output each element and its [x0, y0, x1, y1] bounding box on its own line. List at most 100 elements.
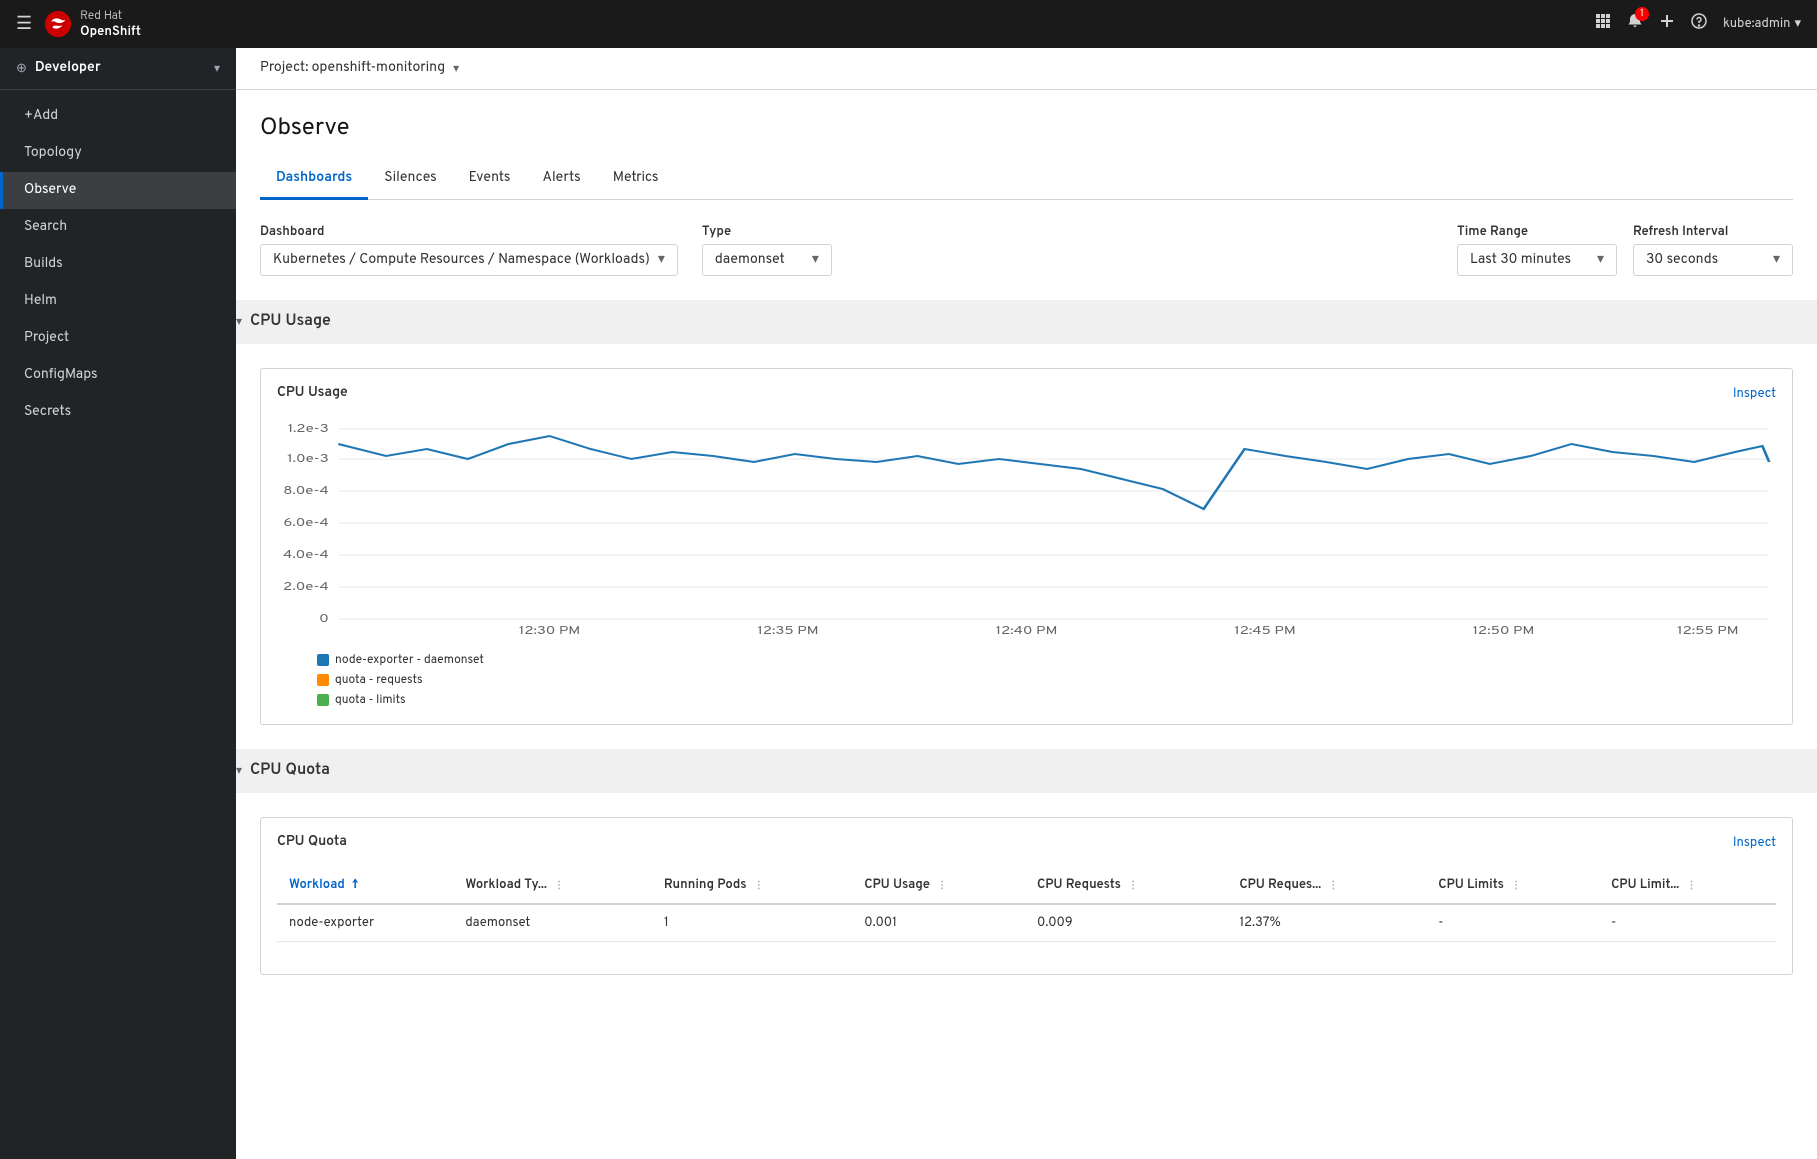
cpu-quota-chart-title: CPU Quota: [277, 834, 347, 851]
brand-text: Red Hat OpenShift: [80, 8, 141, 40]
sidebar-nav: +Add Topology Observe Search Builds Helm…: [0, 90, 236, 439]
type-label: Type: [702, 224, 832, 240]
notifications-icon[interactable]: 1: [1627, 13, 1643, 36]
cpu-quota-title: CPU Quota: [250, 761, 330, 781]
sidebar-item-project[interactable]: Project: [0, 320, 236, 357]
sidebar-item-observe[interactable]: Observe: [0, 172, 236, 209]
user-menu[interactable]: kube:admin ▾: [1723, 16, 1801, 32]
col-cpu-limits[interactable]: CPU Limits ⋮: [1426, 867, 1599, 904]
time-range-control: Time Range Last 30 minutes ▾: [1457, 224, 1617, 276]
sort-arrows-icon-7: ⋮: [1686, 879, 1696, 892]
cpu-quota-collapse-icon: ▾: [236, 763, 242, 779]
dashboard-select[interactable]: Kubernetes / Compute Resources / Namespa…: [260, 244, 678, 276]
sidebar-item-configmaps[interactable]: ConfigMaps: [0, 357, 236, 394]
cpu-quota-section-header[interactable]: ▾ CPU Quota: [236, 749, 1817, 793]
cpu-quota-table: Workload ↑ Workload Ty... ⋮: [277, 867, 1776, 942]
col-running-pods[interactable]: Running Pods ⋮: [652, 867, 852, 904]
cell-running-pods: 1: [652, 904, 852, 942]
svg-text:6.0e-4: 6.0e-4: [283, 517, 328, 531]
type-control: Type daemonset ▾: [702, 224, 832, 276]
col-workload[interactable]: Workload ↑: [277, 867, 453, 904]
sidebar: ⊕ Developer ▾ +Add Topology Observe Sear…: [0, 48, 236, 1159]
sort-asc-icon: ↑: [352, 877, 358, 893]
context-switcher[interactable]: ⊕ Developer ▾: [0, 48, 236, 90]
project-bar: Project: openshift-monitoring ▾: [236, 48, 1817, 90]
tab-dashboards[interactable]: Dashboards: [260, 160, 368, 200]
legend-color-node-exporter: [317, 654, 329, 666]
cpu-usage-chart-container: CPU Usage Inspect 1.2e-3 1.0e-3 8.0e-4 6…: [260, 368, 1793, 725]
cpu-usage-chart-svg: 1.2e-3 1.0e-3 8.0e-4 6.0e-4 4.0e-4 2.0e-…: [277, 414, 1776, 634]
table-row: node-exporter daemonset 1 0.001 0.009 12…: [277, 904, 1776, 942]
sidebar-item-search[interactable]: Search: [0, 209, 236, 246]
cpu-usage-content: CPU Usage Inspect 1.2e-3 1.0e-3 8.0e-4 6…: [236, 368, 1817, 725]
svg-text:12:50 PM: 12:50 PM: [1472, 625, 1534, 634]
svg-text:8.0e-4: 8.0e-4: [283, 485, 329, 499]
page-content: Observe Dashboards Silences Events Alert…: [236, 90, 1817, 1159]
col-cpu-requests[interactable]: CPU Requests ⋮: [1025, 867, 1227, 904]
svg-text:1.2e-3: 1.2e-3: [288, 423, 329, 437]
sort-arrows-icon-4: ⋮: [1128, 879, 1138, 892]
topnav-actions: 1 kube:admin ▾: [1595, 13, 1801, 36]
sidebar-item-helm[interactable]: Helm: [0, 283, 236, 320]
cpu-usage-chart: 1.2e-3 1.0e-3 8.0e-4 6.0e-4 4.0e-4 2.0e-…: [277, 414, 1776, 640]
help-icon[interactable]: [1691, 13, 1707, 36]
svg-text:1.0e-3: 1.0e-3: [287, 453, 329, 467]
legend-item-quota-limits: quota - limits: [317, 692, 1776, 708]
dashboard-control: Dashboard Kubernetes / Compute Resources…: [260, 224, 678, 276]
table-body: node-exporter daemonset 1 0.001 0.009 12…: [277, 904, 1776, 942]
refresh-interval-chevron-icon: ▾: [1773, 251, 1780, 269]
app-launcher-icon[interactable]: [1595, 13, 1611, 36]
legend-item-quota-requests: quota - requests: [317, 672, 1776, 688]
cpu-quota-content: CPU Quota Inspect Workload ↑: [236, 817, 1817, 975]
cpu-quota-chart-header: CPU Quota Inspect: [277, 834, 1776, 851]
time-range-select[interactable]: Last 30 minutes ▾: [1457, 244, 1617, 276]
add-icon[interactable]: [1659, 13, 1675, 36]
cpu-usage-section-header[interactable]: ▾ CPU Usage: [236, 300, 1817, 344]
tab-silences[interactable]: Silences: [368, 160, 452, 200]
col-cpu-usage[interactable]: CPU Usage ⋮: [852, 867, 1025, 904]
sidebar-item-secrets[interactable]: Secrets: [0, 394, 236, 431]
cell-cpu-requests: 0.009: [1025, 904, 1227, 942]
sidebar-item-topology[interactable]: Topology: [0, 135, 236, 172]
col-cpu-requests-pct[interactable]: CPU Reques... ⋮: [1227, 867, 1426, 904]
cpu-quota-section: ▾ CPU Quota CPU Quota Inspect: [236, 749, 1817, 975]
sidebar-item-builds[interactable]: Builds: [0, 246, 236, 283]
dashboard-chevron-icon: ▾: [658, 251, 665, 269]
type-chevron-icon: ▾: [812, 251, 819, 269]
tab-metrics[interactable]: Metrics: [597, 160, 675, 200]
time-range-chevron-icon: ▾: [1597, 251, 1604, 269]
refresh-interval-select[interactable]: 30 seconds ▾: [1633, 244, 1793, 276]
cpu-quota-inspect-link[interactable]: Inspect: [1733, 835, 1776, 851]
cpu-usage-title: CPU Usage: [250, 312, 331, 332]
sort-arrows-icon-2: ⋮: [754, 879, 764, 892]
svg-text:12:35 PM: 12:35 PM: [757, 625, 818, 634]
col-workload-type[interactable]: Workload Ty... ⋮: [453, 867, 651, 904]
sort-arrows-icon: ⋮: [554, 879, 564, 892]
brand-logo: Red Hat OpenShift: [44, 8, 141, 40]
cell-cpu-usage: 0.001: [852, 904, 1025, 942]
legend-color-quota-limits: [317, 694, 329, 706]
type-select[interactable]: daemonset ▾: [702, 244, 832, 276]
project-label: Project: openshift-monitoring: [260, 60, 445, 77]
refresh-interval-control: Refresh Interval 30 seconds ▾: [1633, 224, 1793, 276]
sidebar-item-add[interactable]: +Add: [0, 98, 236, 135]
context-chevron-icon: ▾: [214, 61, 220, 77]
tab-alerts[interactable]: Alerts: [526, 160, 596, 200]
hamburger-menu[interactable]: ☰: [16, 13, 32, 36]
cpu-quota-table-container: Workload ↑ Workload Ty... ⋮: [277, 867, 1776, 942]
cpu-usage-inspect-link[interactable]: Inspect: [1733, 386, 1776, 402]
table-header: Workload ↑ Workload Ty... ⋮: [277, 867, 1776, 904]
notifications-badge: 1: [1635, 7, 1649, 21]
col-cpu-limit-pct[interactable]: CPU Limit... ⋮: [1599, 867, 1776, 904]
time-controls: Time Range Last 30 minutes ▾ Refresh Int…: [1457, 224, 1793, 276]
project-chevron-icon[interactable]: ▾: [453, 61, 459, 77]
cell-cpu-limits: -: [1426, 904, 1599, 942]
svg-text:2.0e-4: 2.0e-4: [283, 581, 329, 595]
tab-events[interactable]: Events: [453, 160, 527, 200]
sort-arrows-icon-3: ⋮: [937, 879, 947, 892]
cpu-usage-chart-header: CPU Usage Inspect: [277, 385, 1776, 402]
tabs-row: Dashboards Silences Events Alerts Metric…: [260, 160, 1793, 200]
sort-arrows-icon-5: ⋮: [1328, 879, 1338, 892]
cell-workload: node-exporter: [277, 904, 453, 942]
svg-text:12:55 PM: 12:55 PM: [1677, 625, 1739, 634]
